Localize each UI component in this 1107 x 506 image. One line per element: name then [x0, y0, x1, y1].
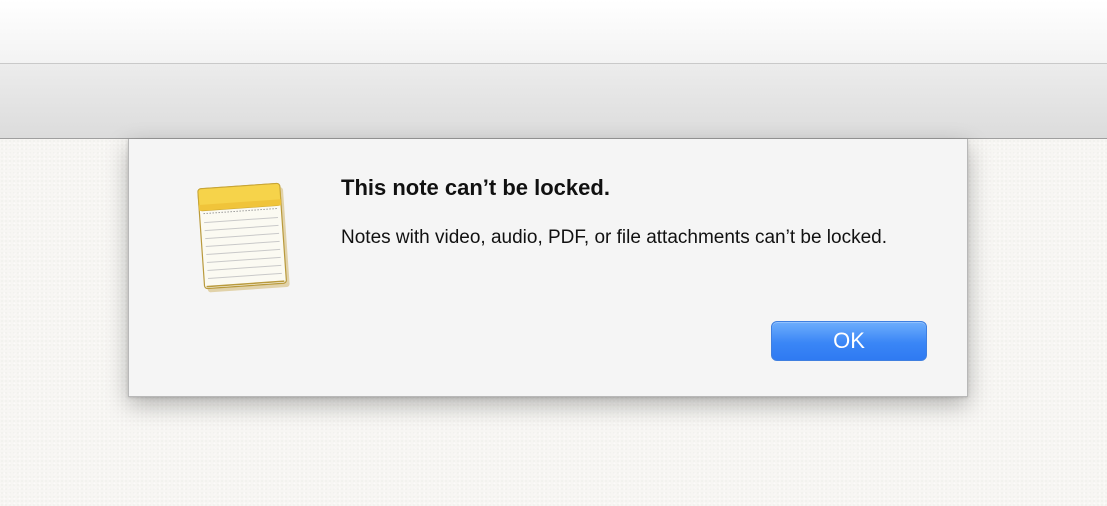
window-toolbar	[0, 64, 1107, 139]
window-title-bar	[0, 0, 1107, 64]
alert-title: This note can’t be locked.	[341, 175, 610, 200]
notes-app-icon	[197, 182, 290, 293]
alert-message: Notes with video, audio, PDF, or file at…	[341, 227, 887, 248]
ok-button[interactable]: OK	[771, 321, 927, 361]
alert-sheet: This note can’t be locked. Notes with vi…	[128, 139, 968, 397]
